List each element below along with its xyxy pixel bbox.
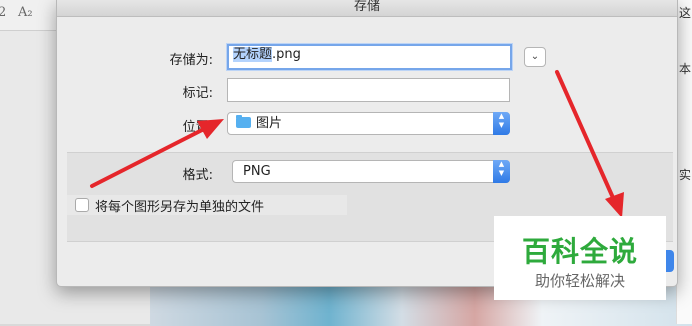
watermark: 百科全说 助你轻松解决 (494, 216, 666, 300)
annotation-arrow-left (90, 126, 208, 188)
watermark-title: 百科全说 (521, 235, 638, 268)
arrow-head-icon (605, 192, 624, 218)
annotation-arrow-right (555, 70, 616, 202)
watermark-subtitle: 助你轻松解决 (534, 272, 625, 290)
